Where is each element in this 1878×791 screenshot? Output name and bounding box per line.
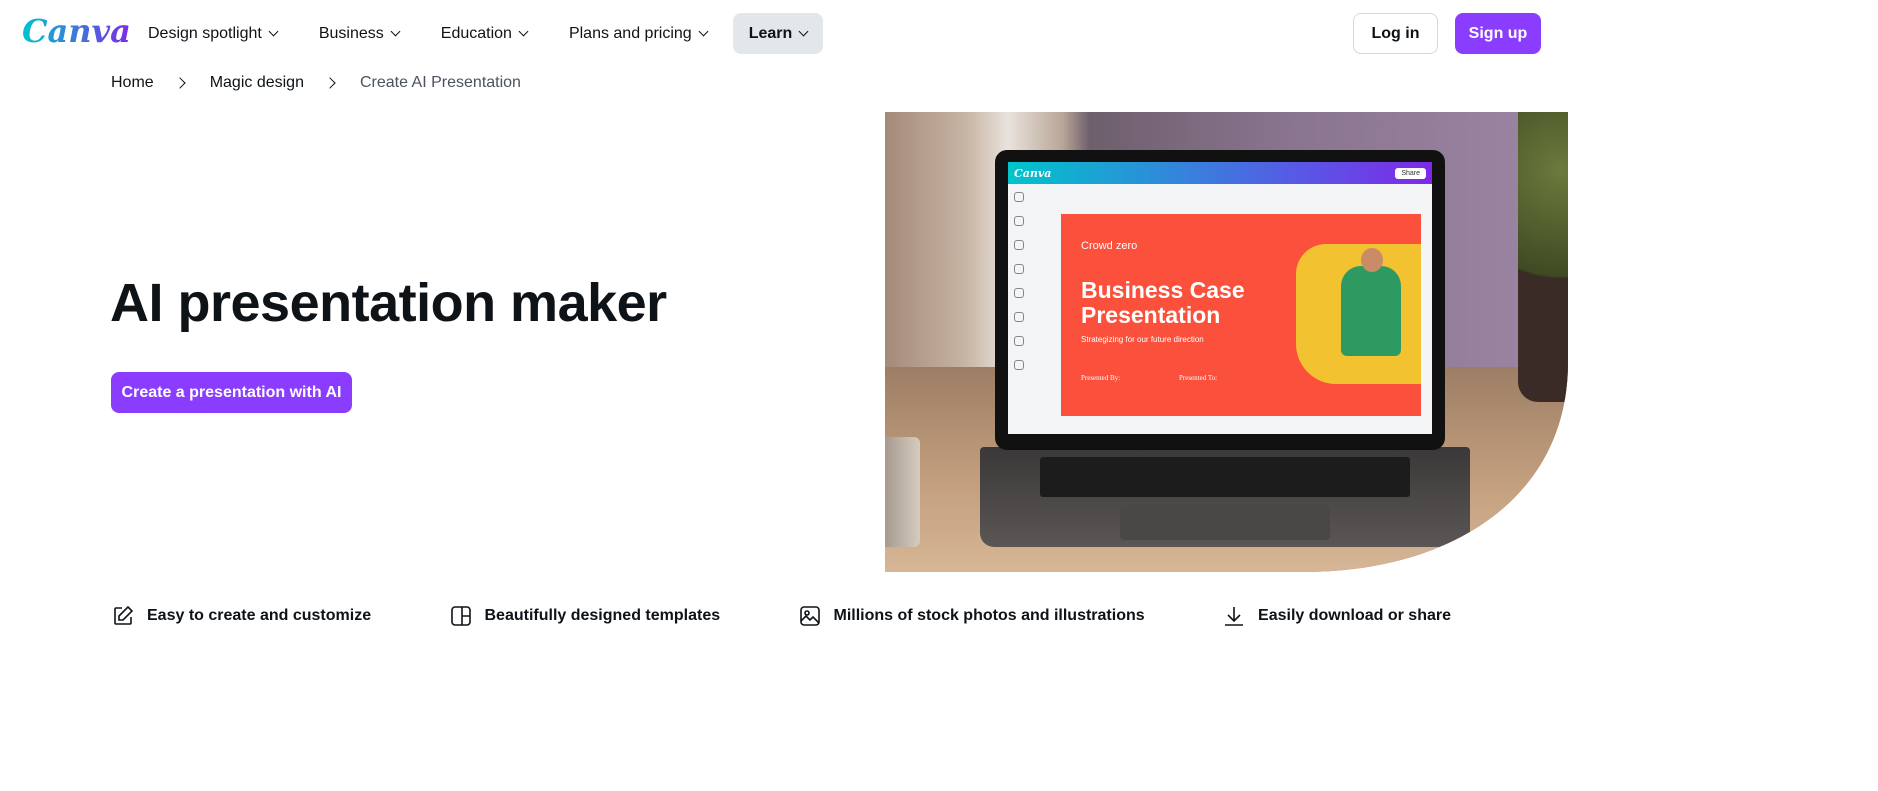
chevron-down-icon bbox=[798, 26, 809, 37]
features: Easy to create and customize Beautifully… bbox=[111, 604, 1451, 628]
laptop-base bbox=[980, 447, 1470, 547]
chevron-right-icon bbox=[324, 77, 336, 89]
main-nav: Design spotlight Business Education Plan… bbox=[132, 13, 833, 54]
image-icon bbox=[799, 606, 820, 626]
feature-label: Easy to create and customize bbox=[147, 607, 372, 624]
nav-education[interactable]: Education bbox=[425, 13, 543, 54]
breadcrumb-magic-design[interactable]: Magic design bbox=[210, 74, 304, 92]
tool-icon bbox=[1014, 192, 1024, 202]
editor-bar: Canva Share bbox=[1008, 162, 1432, 184]
editor-sidebar bbox=[1014, 192, 1024, 370]
nav-label: Plans and pricing bbox=[568, 24, 692, 42]
tool-icon bbox=[1014, 264, 1024, 274]
chevron-down-icon bbox=[390, 26, 401, 37]
tool-icon bbox=[1014, 360, 1024, 370]
tool-icon bbox=[1014, 312, 1024, 322]
presented-by: Presented By: bbox=[1081, 374, 1121, 382]
breadcrumb-current: Create AI Presentation bbox=[359, 74, 521, 91]
feature-label: Millions of stock photos and illustratio… bbox=[833, 607, 1145, 624]
chevron-down-icon bbox=[518, 26, 529, 37]
feature-item: Beautifully designed templates bbox=[449, 604, 721, 628]
download-icon bbox=[1225, 607, 1244, 626]
tool-icon bbox=[1014, 336, 1024, 346]
pencil-square-icon bbox=[114, 605, 134, 625]
person-head bbox=[1361, 248, 1383, 272]
feature-item: Easily download or share bbox=[1222, 604, 1451, 628]
breadcrumb: Home Magic design Create AI Presentation bbox=[111, 74, 521, 92]
nav-label: Learn bbox=[748, 24, 793, 42]
feature-label: Easily download or share bbox=[1258, 607, 1451, 624]
tool-icon bbox=[1014, 240, 1024, 250]
editor-logo: Canva bbox=[1014, 166, 1052, 180]
feature-item: Millions of stock photos and illustratio… bbox=[798, 604, 1145, 628]
hero-image: Canva Share Crowd zero Business Case Pres… bbox=[885, 112, 1568, 572]
tool-icon bbox=[1014, 288, 1024, 298]
slide: Crowd zero Business Case Presentation St… bbox=[1061, 214, 1421, 416]
chevron-right-icon bbox=[174, 77, 186, 89]
plant bbox=[1518, 112, 1568, 402]
create-presentation-button[interactable]: Create a presentation with AI bbox=[111, 372, 352, 413]
share-button: Share bbox=[1395, 168, 1426, 179]
nav-learn[interactable]: Learn bbox=[732, 13, 824, 54]
breadcrumb-home[interactable]: Home bbox=[111, 74, 154, 92]
tool-icon bbox=[1014, 216, 1024, 226]
slide-title: Business Case Presentation bbox=[1081, 277, 1245, 329]
nav-label: Business bbox=[318, 24, 384, 42]
nav-design-spotlight[interactable]: Design spotlight bbox=[132, 13, 293, 54]
nav-plans-pricing[interactable]: Plans and pricing bbox=[553, 13, 723, 54]
cup bbox=[885, 437, 920, 547]
laptop: Canva Share Crowd zero Business Case Pres… bbox=[995, 150, 1445, 450]
trackpad bbox=[1120, 505, 1330, 540]
chevron-down-icon bbox=[698, 26, 709, 37]
nav-business[interactable]: Business bbox=[303, 13, 415, 54]
login-button[interactable]: Log in bbox=[1353, 13, 1438, 54]
signup-button[interactable]: Sign up bbox=[1455, 13, 1541, 54]
chevron-down-icon bbox=[268, 26, 279, 37]
nav-label: Design spotlight bbox=[148, 24, 262, 42]
feature-item: Easy to create and customize bbox=[111, 604, 371, 628]
feature-label: Beautifully designed templates bbox=[484, 607, 721, 624]
presented-to: Presented To: bbox=[1179, 374, 1218, 382]
template-icon bbox=[450, 606, 471, 626]
canva-logo[interactable]: Canva bbox=[22, 12, 131, 50]
slide-subtitle: Strategizing for our future direction bbox=[1081, 334, 1204, 344]
page-title: AI presentation maker bbox=[110, 273, 667, 333]
keyboard bbox=[1040, 457, 1410, 497]
nav-label: Education bbox=[440, 24, 512, 42]
editor-screen: Canva Share Crowd zero Business Case Pres… bbox=[1008, 162, 1432, 434]
